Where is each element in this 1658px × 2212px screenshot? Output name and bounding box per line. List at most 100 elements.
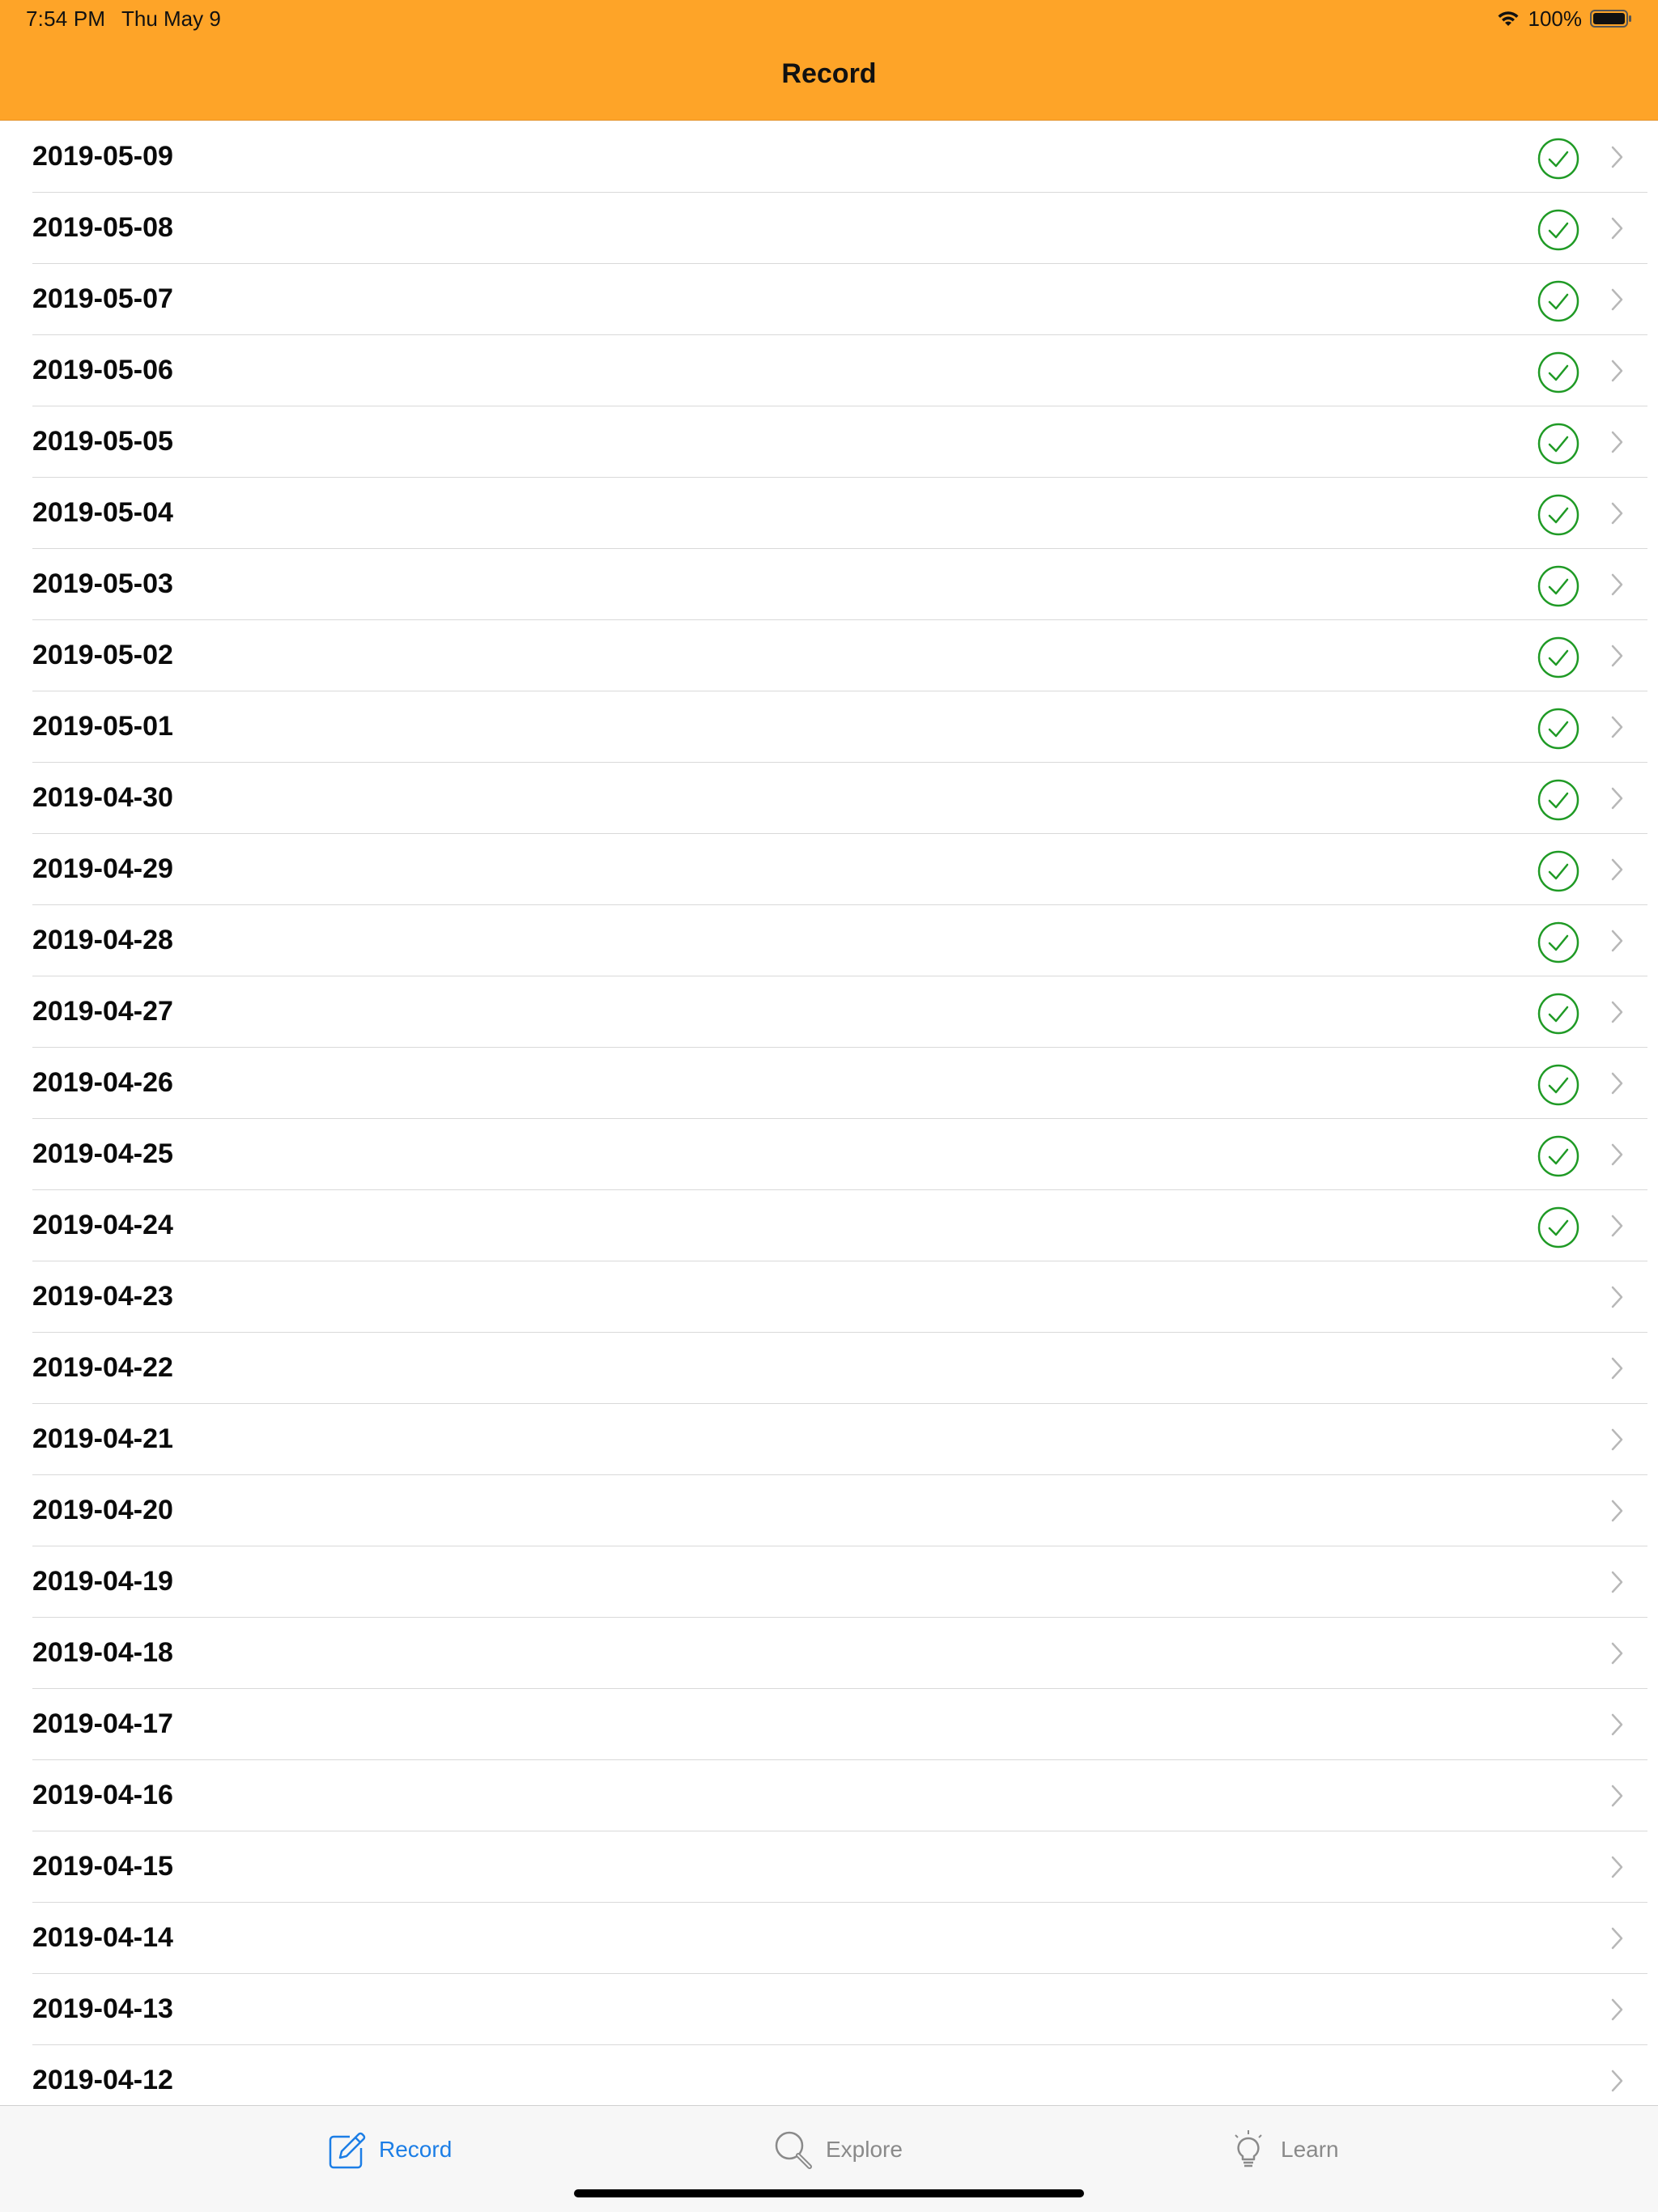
checkmark-circle-icon	[1537, 351, 1579, 393]
record-date: 2019-05-03	[32, 568, 173, 599]
record-list[interactable]: 2019-05-09 2019-05-08 2019-05-07 2019-05-06…	[0, 121, 1658, 2105]
status-indicators: 100%	[1496, 5, 1633, 32]
chevron-right-icon	[1611, 359, 1623, 382]
checkmark-circle-icon	[1537, 850, 1579, 892]
record-row[interactable]: 2019-04-17	[32, 1689, 1647, 1760]
checkmark-circle-icon	[1537, 565, 1579, 607]
chevron-right-icon	[1611, 1143, 1623, 1166]
record-date: 2019-04-20	[32, 1495, 173, 1525]
record-date: 2019-04-17	[32, 1708, 173, 1739]
record-date: 2019-05-05	[32, 426, 173, 457]
record-row[interactable]: 2019-05-01	[32, 691, 1647, 763]
tab-explore-label: Explore	[826, 2137, 903, 2162]
chevron-right-icon	[1611, 644, 1623, 667]
record-row[interactable]: 2019-04-14	[32, 1903, 1647, 1974]
checkmark-circle-icon	[1537, 1064, 1579, 1106]
record-row[interactable]: 2019-05-07	[32, 264, 1647, 335]
record-date: 2019-04-14	[32, 1922, 173, 1953]
record-date: 2019-04-21	[32, 1423, 173, 1454]
chevron-right-icon	[1611, 1214, 1623, 1237]
tab-learn-label: Learn	[1281, 2137, 1339, 2162]
record-date: 2019-05-02	[32, 640, 173, 670]
checkmark-circle-icon	[1537, 921, 1579, 963]
record-date: 2019-04-28	[32, 925, 173, 955]
chevron-right-icon	[1611, 1001, 1623, 1023]
record-row[interactable]: 2019-05-09	[32, 121, 1647, 193]
home-indicator[interactable]	[574, 2189, 1084, 2197]
chevron-right-icon	[1611, 1713, 1623, 1736]
record-date: 2019-04-26	[32, 1067, 173, 1098]
edit-icon	[329, 2132, 366, 2169]
record-date: 2019-05-01	[32, 711, 173, 742]
chevron-right-icon	[1611, 1571, 1623, 1593]
record-date: 2019-05-07	[32, 283, 173, 314]
chevron-right-icon	[1611, 1286, 1623, 1308]
tab-explore[interactable]: Explore	[772, 2125, 903, 2174]
wifi-icon	[1498, 11, 1518, 26]
record-row[interactable]: 2019-04-25	[32, 1119, 1647, 1190]
chevron-right-icon	[1611, 146, 1623, 168]
record-date: 2019-05-06	[32, 355, 173, 385]
checkmark-circle-icon	[1537, 423, 1579, 465]
chevron-right-icon	[1611, 1856, 1623, 1878]
record-row[interactable]: 2019-05-06	[32, 335, 1647, 406]
record-date: 2019-04-23	[32, 1281, 173, 1312]
search-icon	[775, 2131, 812, 2169]
chevron-right-icon	[1611, 929, 1623, 952]
tab-record[interactable]: Record	[325, 2125, 452, 2174]
chevron-right-icon	[1611, 431, 1623, 453]
record-row[interactable]: 2019-04-13	[32, 1974, 1647, 2045]
record-row[interactable]: 2019-05-05	[32, 406, 1647, 478]
chevron-right-icon	[1611, 1998, 1623, 2021]
tab-record-label: Record	[379, 2137, 453, 2162]
checkmark-circle-icon	[1537, 209, 1579, 251]
record-row[interactable]: 2019-04-20	[32, 1475, 1647, 1546]
chevron-right-icon	[1611, 573, 1623, 596]
record-row[interactable]: 2019-04-22	[32, 1333, 1647, 1404]
chevron-right-icon	[1611, 1499, 1623, 1522]
record-row[interactable]: 2019-04-16	[32, 1760, 1647, 1831]
record-date: 2019-05-09	[32, 141, 173, 172]
navigation-bar: 7:54 PM Thu May 9 100% Record	[0, 0, 1658, 121]
record-date: 2019-04-22	[32, 1352, 173, 1383]
chevron-right-icon	[1611, 858, 1623, 881]
chevron-right-icon	[1611, 1642, 1623, 1665]
tab-learn[interactable]: Learn	[1227, 2125, 1339, 2174]
record-row[interactable]: 2019-04-29	[32, 834, 1647, 905]
chevron-right-icon	[1611, 2069, 1623, 2092]
record-date: 2019-04-30	[32, 782, 173, 813]
record-row[interactable]: 2019-04-15	[32, 1831, 1647, 1903]
record-date: 2019-05-04	[32, 497, 173, 528]
chevron-right-icon	[1611, 716, 1623, 738]
record-row[interactable]: 2019-04-28	[32, 905, 1647, 976]
record-row[interactable]: 2019-05-03	[32, 549, 1647, 620]
record-date: 2019-04-16	[32, 1780, 173, 1810]
checkmark-circle-icon	[1537, 1206, 1579, 1249]
chevron-right-icon	[1611, 1428, 1623, 1451]
chevron-right-icon	[1611, 1927, 1623, 1950]
record-date: 2019-05-08	[32, 212, 173, 243]
app-window: 7:54 PM Thu May 9 100% Record 2019-05-09…	[0, 0, 1658, 2212]
record-row[interactable]: 2019-05-02	[32, 620, 1647, 691]
record-row[interactable]: 2019-04-24	[32, 1190, 1647, 1261]
chevron-right-icon	[1611, 1784, 1623, 1807]
checkmark-circle-icon	[1537, 280, 1579, 322]
checkmark-circle-icon	[1537, 993, 1579, 1035]
record-row[interactable]: 2019-04-19	[32, 1546, 1647, 1618]
record-row[interactable]: 2019-05-04	[32, 478, 1647, 549]
battery-icon	[1590, 10, 1631, 28]
record-row[interactable]: 2019-04-27	[32, 976, 1647, 1048]
checkmark-circle-icon	[1537, 779, 1579, 821]
record-date: 2019-04-19	[32, 1566, 173, 1597]
record-row[interactable]: 2019-04-30	[32, 763, 1647, 834]
record-row[interactable]: 2019-04-23	[32, 1261, 1647, 1333]
record-row[interactable]: 2019-04-21	[32, 1404, 1647, 1475]
chevron-right-icon	[1611, 787, 1623, 810]
status-time: 7:54 PM	[26, 6, 106, 31]
record-row[interactable]: 2019-04-18	[32, 1618, 1647, 1689]
record-row[interactable]: 2019-04-26	[32, 1048, 1647, 1119]
record-row[interactable]: 2019-04-12	[32, 2045, 1647, 2105]
record-row[interactable]: 2019-05-08	[32, 193, 1647, 264]
record-date: 2019-04-29	[32, 853, 173, 884]
record-date: 2019-04-12	[32, 2065, 173, 2095]
